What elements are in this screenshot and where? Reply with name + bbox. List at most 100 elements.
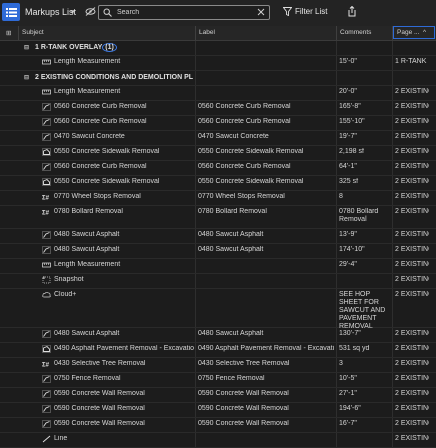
column-header-comments[interactable]: Comments — [340, 29, 371, 36]
subject-cell: 0770 Wheel Stops Removal — [54, 193, 141, 200]
subject-cell: 0480 Sawcut Asphalt — [54, 246, 120, 253]
column-divider — [336, 101, 337, 115]
table-row[interactable]: Σ# 0780 Bollard Removal 0780 Bollard Remov… — [0, 206, 436, 229]
column-divider[interactable] — [336, 26, 337, 40]
column-divider — [392, 86, 393, 100]
table-row[interactable]: Line 2 EXISTING... — [0, 433, 436, 448]
group-row[interactable]: ⊟ 2 EXISTING CONDITIONS AND DEMOLITION PL… — [0, 71, 436, 86]
page-cell: 2 EXISTING... — [395, 390, 429, 397]
table-row[interactable]: 0590 Concrete Wall Removal 0590 Concrete … — [0, 388, 436, 403]
collapse-group-toggle[interactable]: ⊟ — [24, 44, 29, 51]
subject-cell: 0590 Concrete Wall Removal — [54, 405, 145, 412]
column-divider — [195, 161, 196, 175]
group-count-badge: (1) — [102, 43, 117, 52]
page-cell: 2 EXISTING... — [395, 231, 429, 238]
column-divider — [392, 403, 393, 417]
comments-cell: 29'-4" — [339, 261, 357, 268]
cloud-icon — [42, 291, 51, 299]
page-cell: 2 EXISTING... — [395, 375, 429, 382]
length-measurement-icon — [42, 261, 51, 269]
column-header-row: ⊞ Subject Label Comments Page ... ^ — [0, 26, 436, 41]
export-icon[interactable] — [347, 5, 357, 19]
label-cell: 0550 Concrete Sidewalk Removal — [198, 178, 304, 185]
clear-icon[interactable] — [257, 8, 265, 18]
collapse-group-toggle[interactable]: ⊟ — [24, 74, 29, 81]
table-row[interactable]: Snapshot 2 EXISTING... — [0, 274, 436, 289]
table-row[interactable]: 0590 Concrete Wall Removal 0590 Concrete … — [0, 418, 436, 433]
subject-cell: Length Measurement — [54, 88, 121, 95]
table-row[interactable]: 0560 Concrete Curb Removal 0560 Concrete … — [0, 161, 436, 176]
group-title: 1 R-TANK OVERLAY — [35, 44, 103, 51]
table-row[interactable]: Cloud+ SEE HOP SHEET FOR SAWCUT AND PAVEM… — [0, 289, 436, 330]
sort-ascending-icon: ^ — [423, 29, 427, 36]
comments-cell: 16'-7" — [339, 420, 357, 427]
page-cell: 2 EXISTING... — [395, 88, 429, 95]
comments-cell: 165'-8" — [339, 103, 361, 110]
comments-cell: 64'-1" — [339, 163, 357, 170]
comments-cell: 20'-0" — [339, 88, 357, 95]
chevron-down-icon[interactable]: ▾ — [71, 8, 75, 16]
comments-cell: 27'-1" — [339, 390, 357, 397]
group-title: 2 EXISTING CONDITIONS AND DEMOLITION PLA… — [35, 74, 193, 81]
count-icon: Σ# — [42, 193, 51, 202]
table-row[interactable]: Length Measurement 29'-4" 2 EXISTING... — [0, 259, 436, 274]
subject-cell: 0470 Sawcut Concrete — [54, 133, 125, 140]
search-input[interactable] — [117, 7, 252, 18]
table-row[interactable]: Length Measurement 15'-0" 1 R-TANK ... — [0, 56, 436, 71]
column-divider — [195, 418, 196, 432]
group-row[interactable]: ⊟ 1 R-TANK OVERLAY (1) — [0, 41, 436, 56]
label-cell: 0590 Concrete Wall Removal — [198, 405, 289, 412]
table-row[interactable]: 0480 Sawcut Asphalt 0480 Sawcut Asphalt 13… — [0, 328, 436, 343]
comments-cell: 531 sq yd — [339, 345, 370, 352]
page-cell: 2 EXISTING... — [395, 435, 429, 442]
comments-cell: 130'-7" — [339, 330, 361, 337]
column-divider — [392, 274, 393, 288]
table-row[interactable]: Σ# 0770 Wheel Stops Removal 0770 Wheel Sto… — [0, 191, 436, 206]
table-row[interactable]: 0560 Concrete Curb Removal 0560 Concrete … — [0, 101, 436, 116]
column-header-label[interactable]: Label — [199, 29, 215, 36]
column-divider — [195, 56, 196, 70]
subject-cell: 0430 Selective Tree Removal — [54, 360, 146, 367]
window-title[interactable]: Markups List — [25, 7, 76, 17]
table-row[interactable]: 0590 Concrete Wall Removal 0590 Concrete … — [0, 403, 436, 418]
page-cell: 2 EXISTING... — [395, 291, 429, 298]
column-divider — [392, 289, 393, 327]
column-header-subject[interactable]: Subject — [22, 29, 44, 36]
subject-cell: Snapshot — [54, 276, 84, 283]
table-row[interactable]: 0470 Sawcut Concrete 0470 Sawcut Concrete… — [0, 131, 436, 146]
menu-icon[interactable] — [2, 3, 20, 21]
column-divider — [195, 71, 196, 85]
search-icon — [103, 8, 112, 19]
table-row[interactable]: 0480 Sawcut Asphalt 0480 Sawcut Asphalt 13… — [0, 229, 436, 244]
polylength-icon — [42, 420, 51, 428]
column-divider — [336, 71, 337, 85]
table-row[interactable]: 0750 Fence Removal 0750 Fence Removal 10'-… — [0, 373, 436, 388]
hide-icon[interactable] — [85, 7, 96, 18]
table-row[interactable]: 0480 Sawcut Asphalt 0480 Sawcut Asphalt 17… — [0, 244, 436, 259]
column-divider — [336, 403, 337, 417]
table-row[interactable]: 0550 Concrete Sidewalk Removal 0550 Concr… — [0, 176, 436, 191]
column-divider — [392, 433, 393, 447]
column-header-page[interactable]: Page ... — [397, 29, 419, 36]
subject-cell: 0560 Concrete Curb Removal — [54, 163, 147, 170]
table-row[interactable]: 0490 Asphalt Pavement Removal - Excavati… — [0, 343, 436, 358]
label-cell: 0430 Selective Tree Removal — [198, 360, 290, 367]
column-divider — [392, 206, 393, 228]
column-divider — [336, 373, 337, 387]
comments-cell: 0780 Bollard Removal — [339, 208, 379, 223]
column-divider — [392, 191, 393, 205]
comments-cell: 2,198 sf — [339, 148, 364, 155]
subject-cell: 0560 Concrete Curb Removal — [54, 103, 147, 110]
subject-cell: 0480 Sawcut Asphalt — [54, 330, 120, 337]
expand-all-toggle[interactable]: ⊞ — [6, 29, 11, 37]
count-icon: Σ# — [42, 208, 51, 217]
column-divider — [392, 373, 393, 387]
page-cell: 2 EXISTING... — [395, 276, 429, 283]
filter-list-button[interactable]: Filter List — [283, 7, 327, 16]
column-divider — [195, 403, 196, 417]
table-row[interactable]: Length Measurement 20'-0" 2 EXISTING... — [0, 86, 436, 101]
table-row[interactable]: Σ# 0430 Selective Tree Removal 0430 Select… — [0, 358, 436, 373]
column-divider[interactable] — [195, 26, 196, 40]
table-row[interactable]: 0550 Concrete Sidewalk Removal 0550 Concr… — [0, 146, 436, 161]
table-row[interactable]: 0560 Concrete Curb Removal 0560 Concrete … — [0, 116, 436, 131]
